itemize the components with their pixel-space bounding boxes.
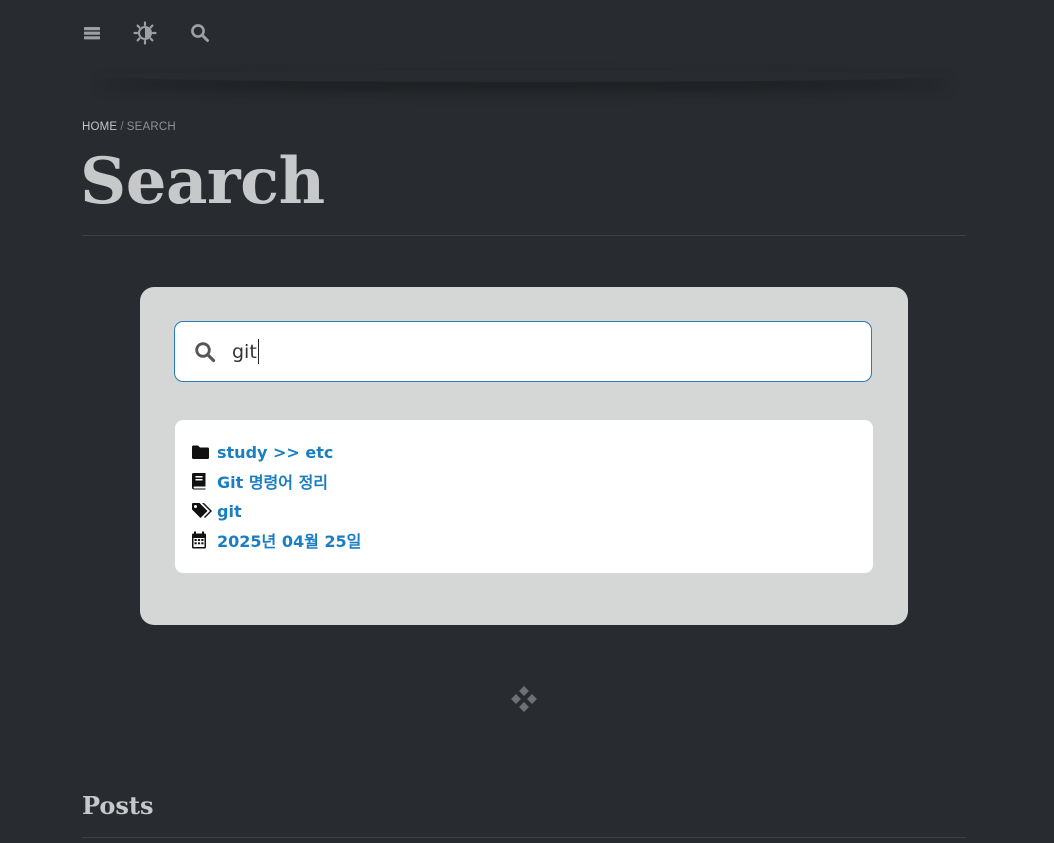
calendar-icon: [191, 529, 213, 551]
title-divider: [82, 235, 966, 236]
breadcrumb-current: SEARCH: [126, 121, 176, 133]
result-date-link[interactable]: 2025년 04월 25일: [217, 528, 361, 552]
search-box: [174, 321, 872, 382]
breadcrumb-home-link[interactable]: HOME: [82, 121, 117, 133]
posts-divider: [82, 837, 966, 838]
breadcrumb-separator: /: [120, 121, 124, 133]
result-tag-link[interactable]: git: [217, 502, 242, 521]
menu-icon[interactable]: [78, 19, 106, 47]
result-tag-row: git: [191, 498, 242, 524]
theme-toggle-icon[interactable]: [131, 19, 159, 47]
posts-heading: Posts: [82, 791, 154, 820]
search-result-card: study >> etc Git 명령어 정리 git 2025년 04월 25…: [175, 420, 873, 573]
breadcrumb: HOME / SEARCH: [82, 121, 176, 133]
tags-icon: [191, 500, 213, 522]
search-panel: study >> etc Git 명령어 정리: [140, 287, 908, 625]
header-shadow: [100, 70, 950, 82]
search-input[interactable]: [232, 336, 852, 368]
top-navbar: [0, 0, 1054, 68]
page-title: Search: [80, 144, 325, 219]
search-icon: [195, 342, 216, 363]
search-icon[interactable]: [186, 19, 214, 47]
result-date-row: 2025년 04월 25일: [191, 527, 361, 553]
book-icon: [191, 470, 213, 492]
result-category-row: study >> etc: [191, 439, 333, 465]
folder-icon: [191, 441, 213, 463]
result-title-link[interactable]: Git 명령어 정리: [217, 469, 328, 493]
text-caret: [258, 339, 259, 364]
diamonds-icon: [511, 686, 537, 712]
page: HOME/SEARCH Search study >> etc: [0, 0, 1054, 843]
result-category-link[interactable]: study >> etc: [217, 443, 333, 462]
result-title-row: Git 명령어 정리: [191, 468, 328, 494]
